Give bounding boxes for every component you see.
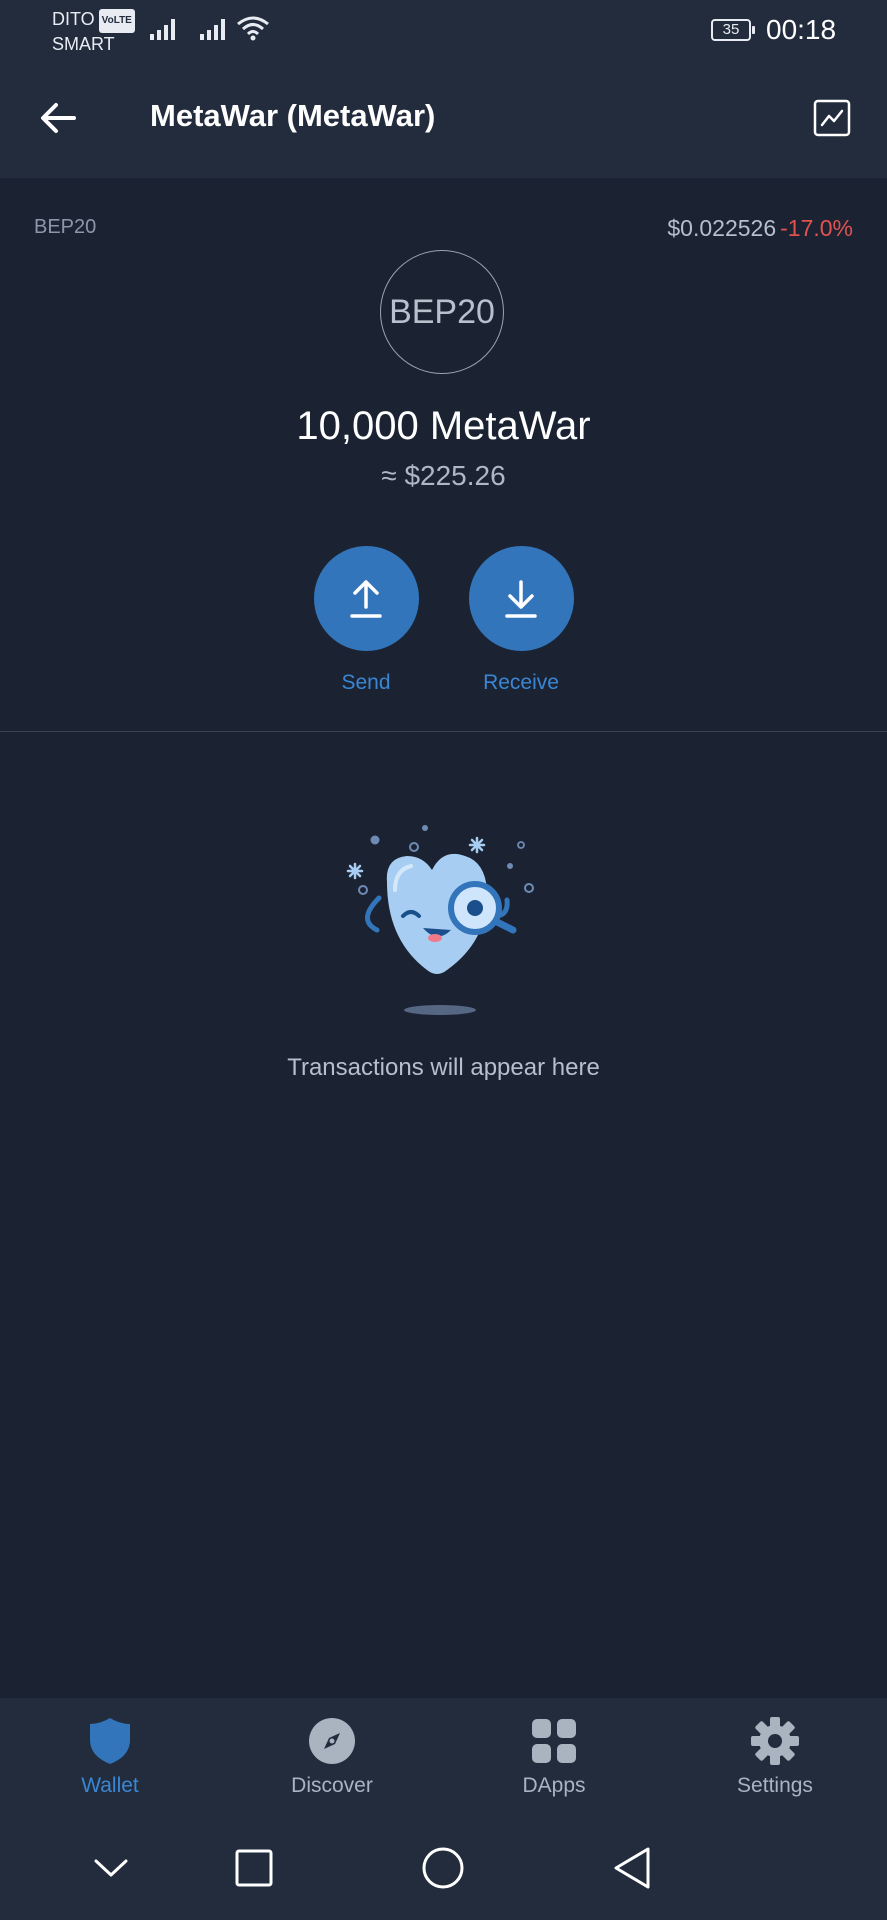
- send-button[interactable]: Send: [286, 546, 446, 695]
- price-info: $0.022526 -17.0%: [667, 215, 853, 242]
- carrier-name: DITO: [52, 9, 95, 29]
- gear-icon: [751, 1717, 799, 1765]
- system-nav-bar: [0, 1812, 887, 1920]
- price-chart-icon: [813, 99, 851, 137]
- chevron-down-icon: [94, 1859, 128, 1877]
- recents-button[interactable]: [226, 1840, 282, 1896]
- receive-label[interactable]: Receive: [441, 671, 601, 695]
- mascot-magnifier-illustration: [346, 825, 534, 1015]
- fiat-balance: ≈ $225.26: [381, 460, 506, 491]
- signal-strength-icon: [200, 19, 225, 40]
- tab-label: Settings: [737, 1774, 813, 1797]
- clock: 00:18: [766, 14, 837, 45]
- carrier-info: DITO VoLTE SMART: [52, 8, 135, 55]
- carrier-name-secondary: SMART: [52, 34, 115, 54]
- tab-dapps[interactable]: DApps: [474, 1714, 634, 1798]
- token-detail-screen: DITO VoLTE SMART 35 00:18 MetaWar (MetaW…: [0, 0, 887, 1920]
- compass-icon: [309, 1718, 355, 1764]
- system-back-button[interactable]: [604, 1840, 660, 1896]
- home-button[interactable]: [415, 1840, 471, 1896]
- app-header: MetaWar (MetaWar): [0, 62, 887, 178]
- network-label: BEP20: [34, 216, 97, 238]
- shield-icon: [90, 1718, 130, 1764]
- status-bar: DITO VoLTE SMART 35 00:18: [0, 0, 887, 62]
- tab-discover[interactable]: Discover: [252, 1714, 412, 1798]
- token-price: $0.022526: [667, 215, 777, 241]
- page-title: MetaWar (MetaWar): [150, 98, 436, 133]
- bottom-tab-bar: Wallet Discover DApps Settings: [0, 1698, 887, 1812]
- send-circle[interactable]: [313, 546, 419, 651]
- section-divider: [0, 731, 887, 732]
- arrow-up-icon: [350, 579, 382, 618]
- tab-label: Discover: [291, 1774, 373, 1797]
- tab-settings[interactable]: Settings: [695, 1714, 855, 1798]
- send-label[interactable]: Send: [286, 671, 446, 695]
- tab-label: DApps: [522, 1774, 586, 1797]
- square-icon: [235, 1849, 273, 1887]
- collapse-button[interactable]: [83, 1840, 139, 1896]
- back-button[interactable]: [30, 90, 86, 146]
- battery-indicator: 35: [711, 19, 755, 41]
- empty-transactions-message: Transactions will appear here: [287, 1054, 600, 1081]
- signal-strength-icon: [150, 19, 175, 40]
- token-logo: BEP20: [380, 250, 504, 374]
- price-chart-button[interactable]: [812, 98, 852, 138]
- volte-badge: VoLTE: [98, 9, 135, 33]
- tab-label: Wallet: [81, 1774, 139, 1797]
- token-balance: 10,000 MetaWar: [296, 404, 591, 448]
- arrow-left-icon: [41, 103, 76, 133]
- tab-wallet[interactable]: Wallet: [30, 1714, 190, 1798]
- wifi-icon: [237, 16, 269, 41]
- grid-icon: [532, 1719, 576, 1763]
- circle-icon: [422, 1847, 464, 1889]
- receive-button[interactable]: Receive: [441, 546, 601, 695]
- triangle-back-icon: [614, 1847, 650, 1889]
- price-change: -17.0%: [780, 215, 853, 241]
- arrow-down-icon: [505, 579, 537, 618]
- receive-circle[interactable]: [468, 546, 574, 651]
